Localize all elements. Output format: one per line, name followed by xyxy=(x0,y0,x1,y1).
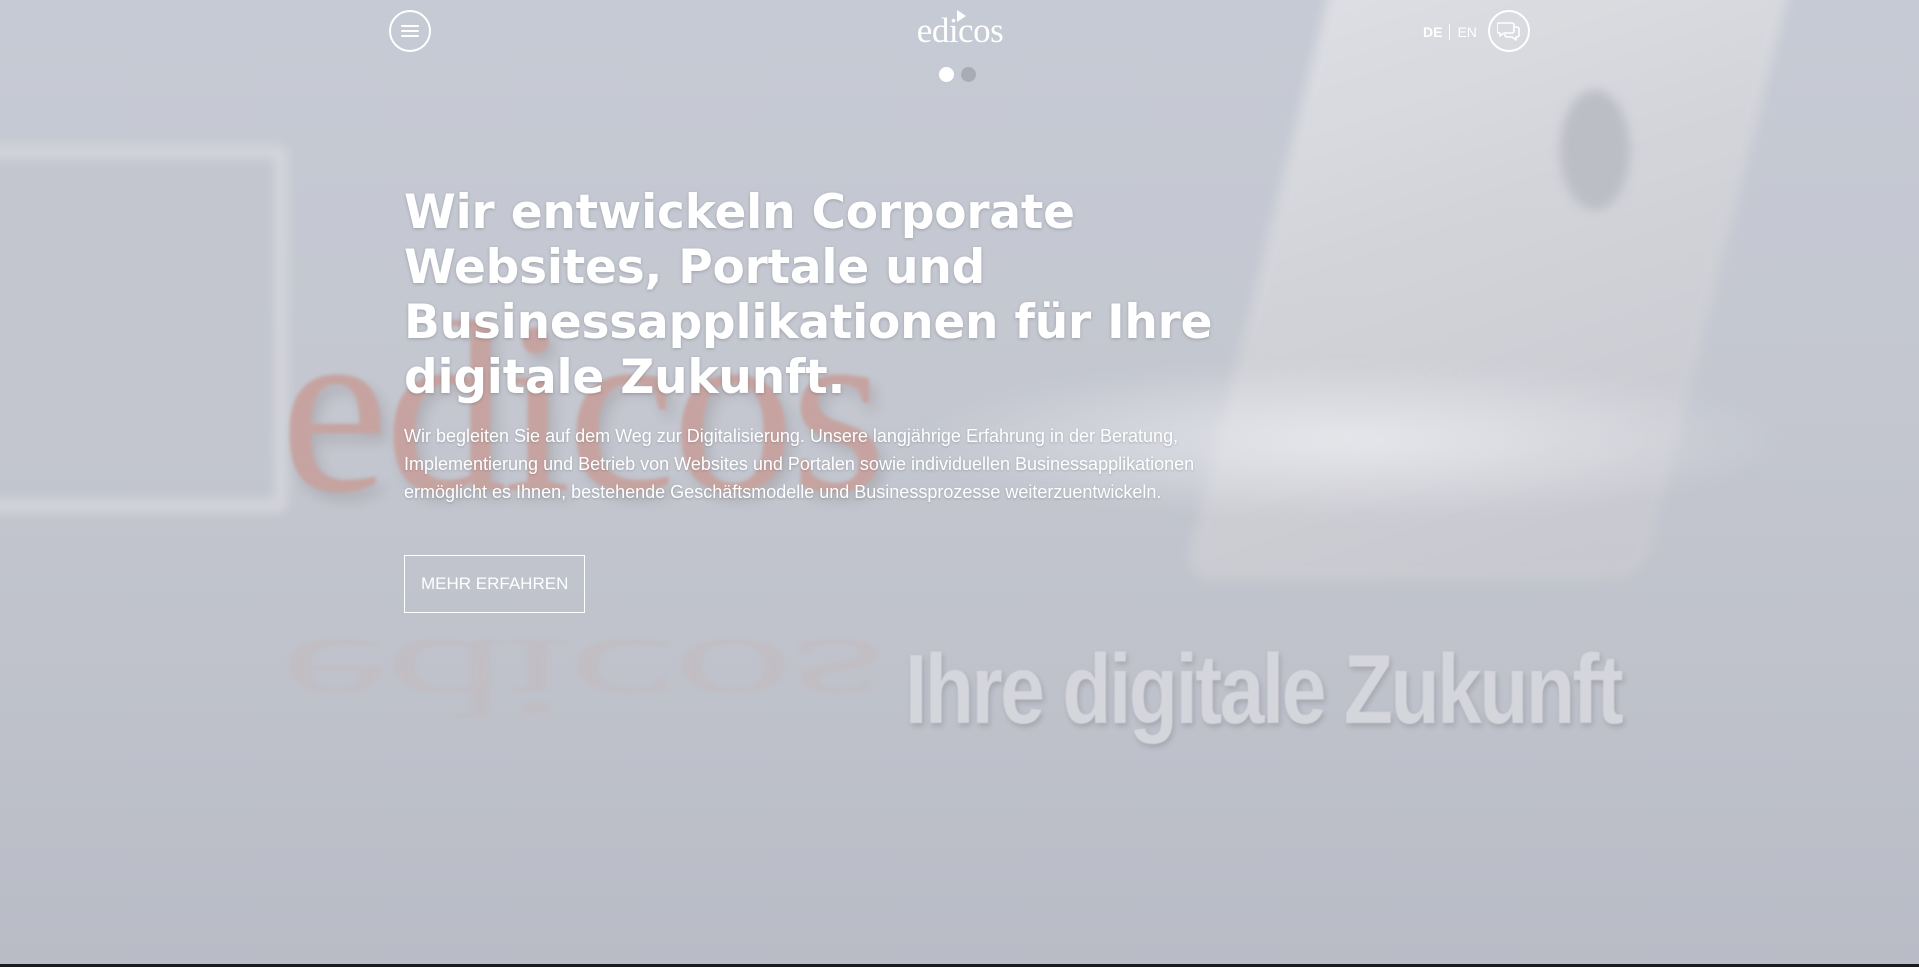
language-de-link[interactable]: DE xyxy=(1423,24,1442,40)
language-divider xyxy=(1449,24,1451,40)
brand-logo[interactable]: edicos xyxy=(912,9,1008,53)
hero-section: Wir entwickeln Corporate Websites, Porta… xyxy=(404,185,1224,613)
background-monitor-stand-hole xyxy=(1560,90,1630,210)
background-tagline: Ihre digitale Zukunft xyxy=(905,634,1624,744)
hero-description: Wir begleiten Sie auf dem Weg zur Digita… xyxy=(404,426,1195,502)
hero-title: Wir entwickeln Corporate Websites, Porta… xyxy=(404,185,1213,405)
more-info-button[interactable]: MEHR ERFAHREN xyxy=(404,555,586,613)
page: edicos edicos Ihre digitale Zukunft edic… xyxy=(0,0,1919,967)
language-switcher: DE EN xyxy=(1423,24,1477,40)
slider-pagination xyxy=(939,67,976,82)
contact-button[interactable] xyxy=(1488,10,1530,52)
chat-bubbles-icon xyxy=(1497,22,1520,41)
background-logo-reflection: edicos xyxy=(280,616,882,739)
slider-dot-1[interactable] xyxy=(939,67,954,82)
background-laptop xyxy=(0,145,288,513)
language-en-link[interactable]: EN xyxy=(1457,24,1476,40)
hamburger-menu-icon xyxy=(401,25,419,37)
logo-triangle-icon xyxy=(957,10,966,22)
slider-dot-2[interactable] xyxy=(961,67,976,82)
menu-button[interactable] xyxy=(389,10,431,52)
